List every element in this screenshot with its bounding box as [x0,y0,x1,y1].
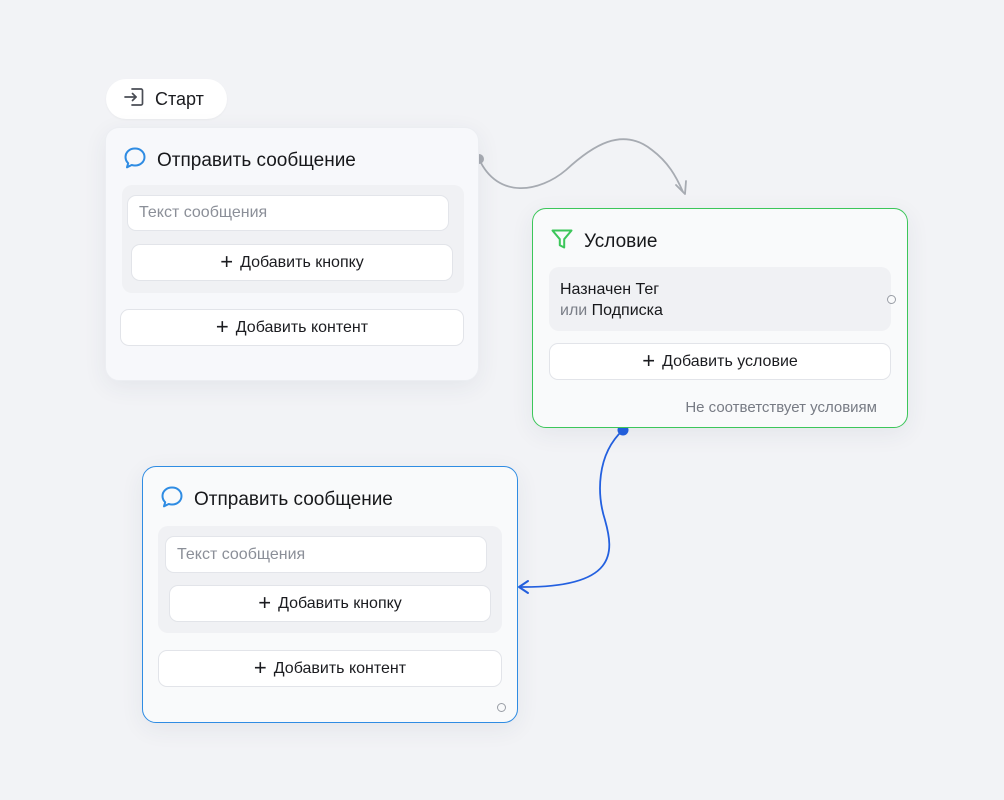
output-port-message-2[interactable] [497,703,506,712]
message-node-2-title: Отправить сообщение [194,489,393,510]
add-content-label: Добавить контент [235,318,369,336]
plus-icon: + [253,654,267,680]
message-text-input[interactable]: Текст сообщения [127,195,449,231]
add-condition-label: Добавить условие [662,352,798,370]
plus-icon: + [220,248,234,274]
condition-rule[interactable]: Назначен Тег или Подписка [549,267,891,331]
plus-icon: + [215,313,229,339]
condition-rule-subscription: Подписка [591,302,663,319]
message-node-2[interactable]: Отправить сообщение Текст сообщения + До… [142,466,518,723]
add-button-label: Добавить кнопку [240,253,364,271]
message-node-1-content: Текст сообщения + Добавить кнопку [122,185,464,293]
output-port-condition-match[interactable] [887,295,896,304]
start-node[interactable]: Старт [106,79,227,119]
flow-canvas[interactable]: Старт Отправить сообщение Текст сообщени… [0,0,1004,800]
chat-bubble-icon [122,145,148,177]
connector-nomatch-to-message[interactable] [519,429,624,588]
chat-bubble-icon [159,484,185,516]
message-node-1-title: Отправить сообщение [157,150,356,171]
add-button-label: Добавить кнопку [278,594,402,612]
filter-funnel-icon [549,226,575,258]
add-button-button[interactable]: + Добавить кнопку [169,585,491,622]
message-node-1-header: Отправить сообщение [122,145,356,177]
plus-icon: + [642,347,656,373]
message-node-2-header: Отправить сообщение [159,484,393,516]
message-text-input[interactable]: Текст сообщения [165,536,487,573]
condition-rule-tag: Назначен Тег [560,281,660,298]
add-content-button[interactable]: + Добавить контент [158,650,502,687]
add-condition-button[interactable]: + Добавить условие [549,343,891,380]
add-button-button[interactable]: + Добавить кнопку [131,244,453,281]
message-node-2-content: Текст сообщения + Добавить кнопку [158,526,502,633]
condition-node[interactable]: Условие Назначен Тег или Подписка + Доба… [532,208,908,428]
add-content-label: Добавить контент [273,659,407,677]
start-label: Старт [155,88,204,109]
no-match-label: Не соответствует условиям [685,399,877,416]
add-content-button[interactable]: + Добавить контент [120,309,464,346]
enter-arrow-icon [122,85,146,114]
plus-icon: + [258,589,272,615]
connector-message-to-condition[interactable] [478,138,684,193]
condition-node-title: Условие [584,231,658,252]
condition-node-header: Условие [549,226,657,258]
condition-rule-or: или [560,302,588,319]
message-node-1[interactable]: Отправить сообщение Текст сообщения + До… [105,127,479,381]
